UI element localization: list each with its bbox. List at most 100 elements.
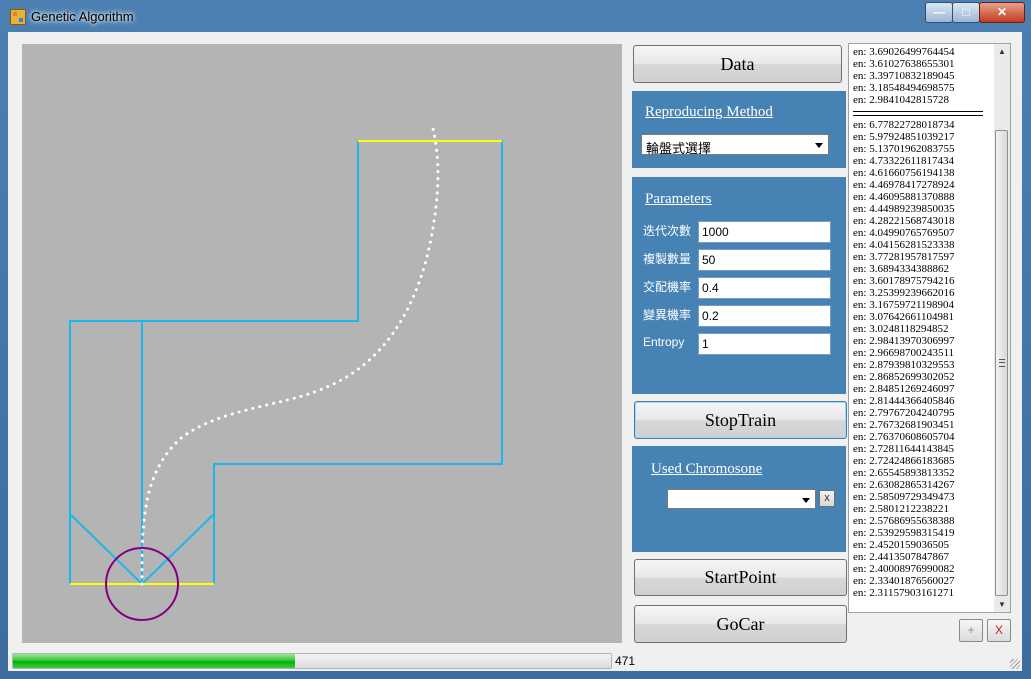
log-entry: en: 2.79767204240795 xyxy=(853,407,955,419)
minimize-icon: — xyxy=(933,5,945,19)
crossover-input[interactable]: 0.4 xyxy=(698,277,831,299)
log-entry: en: 6.77822728018734 xyxy=(853,119,955,131)
entropy-label: Entropy xyxy=(643,335,685,349)
scroll-down-icon[interactable]: ▼ xyxy=(995,597,1009,612)
log-entry: en: 4.46978417278924 xyxy=(853,179,955,191)
chevron-down-icon xyxy=(815,143,823,148)
log-listbox[interactable]: en: 3.69026499764454 en: 3.61027638655301… xyxy=(848,43,1011,613)
log-entry: en: 2.31157903161271 xyxy=(853,587,955,599)
log-bottom-list: en: 6.77822728018734 en: 5.97924851039217… xyxy=(853,119,954,599)
app-icon xyxy=(10,9,26,25)
title-bar[interactable]: Genetic Algorithm — □ ✕ xyxy=(0,0,1031,32)
log-separator xyxy=(853,111,983,116)
log-entry: en: 2.81444366405846 xyxy=(853,395,955,407)
log-entry: en: 2.84851269246097 xyxy=(853,383,955,395)
chevron-down-icon xyxy=(802,498,810,503)
log-entry: en: 3.16759721198904 xyxy=(853,299,955,311)
log-entry: en: 2.5801212238221 xyxy=(853,503,949,515)
log-entry: en: 4.61660756194138 xyxy=(853,167,955,179)
log-entry: en: 3.07642661104981 xyxy=(853,311,955,323)
log-entry: en: 2.98413970306997 xyxy=(853,335,955,347)
log-entry: en: 2.65545893813352 xyxy=(853,467,955,479)
entropy-input[interactable]: 1 xyxy=(698,333,831,355)
used-chromosome-label: Used Chromosone xyxy=(651,461,763,477)
log-entry: en: 2.4520159036505 xyxy=(853,539,949,551)
mutation-input[interactable]: 0.2 xyxy=(698,305,831,327)
maximize-icon: □ xyxy=(962,5,970,19)
reproducing-method-select[interactable]: 輪盤式選擇 xyxy=(641,134,829,156)
go-car-button[interactable]: GoCar xyxy=(634,605,847,643)
log-entry: en: 2.87939810329553 xyxy=(853,359,955,371)
window-title: Genetic Algorithm xyxy=(31,9,134,24)
log-entry: en: 4.73322611817434 xyxy=(853,155,955,167)
reproducing-method-label: Reproducing Method xyxy=(645,104,773,120)
log-entry: en: 2.76370608605704 xyxy=(853,431,955,443)
log-entry: en: 2.72811644143845 xyxy=(853,443,955,455)
log-entry: en: 3.6894334388862 xyxy=(853,263,949,275)
mutation-label: 變異機率 xyxy=(643,308,692,322)
add-button[interactable]: + xyxy=(959,619,983,642)
close-icon: ✕ xyxy=(996,5,1008,19)
log-top-list: en: 3.69026499764454 en: 3.61027638655301… xyxy=(853,46,954,106)
iterations-input[interactable]: 1000 xyxy=(698,221,831,243)
log-entry: en: 2.86852699302052 xyxy=(853,371,955,383)
log-entry: en: 2.72424866183685 xyxy=(853,455,955,467)
log-entry: en: 3.0248118294852 xyxy=(853,323,949,335)
log-entry: en: 2.40008976990082 xyxy=(853,563,955,575)
log-entry: en: 3.60178975794216 xyxy=(853,275,955,287)
log-entry: en: 3.77281957817597 xyxy=(853,251,955,263)
simulation-canvas xyxy=(22,44,622,643)
log-entry: en: 2.63082865314267 xyxy=(853,479,955,491)
data-button[interactable]: Data xyxy=(633,45,842,83)
grip-icon xyxy=(999,359,1005,367)
log-entry: en: 2.76732681903451 xyxy=(853,419,955,431)
stop-train-button[interactable]: StopTrain xyxy=(634,401,847,439)
log-entry: en: 3.61027638655301 xyxy=(853,58,955,70)
iterations-label: 迭代次數 xyxy=(643,224,692,238)
parameters-label: Parameters xyxy=(645,191,712,207)
progress-label: 471 xyxy=(615,654,636,668)
main-window: Genetic Algorithm — □ ✕ Data Reproducing xyxy=(0,0,1031,679)
reproducing-method-value: 輪盤式選擇 xyxy=(646,141,712,156)
log-entry: en: 2.9841042815728 xyxy=(853,94,949,106)
log-entry: en: 2.58509729349473 xyxy=(853,491,955,503)
training-progress-bar xyxy=(12,653,612,669)
resize-grip-icon[interactable] xyxy=(1010,659,1020,669)
log-entry: en: 4.04156281523338 xyxy=(853,239,955,251)
log-entry: en: 2.33401876560027 xyxy=(853,575,955,587)
clear-chromosome-button[interactable]: x xyxy=(819,490,835,507)
log-entry: en: 5.97924851039217 xyxy=(853,131,955,143)
log-entry: en: 2.53929598315419 xyxy=(853,527,955,539)
log-entry: en: 5.13701962083755 xyxy=(853,143,955,155)
population-input[interactable]: 50 xyxy=(698,249,831,271)
minimize-button[interactable]: — xyxy=(925,2,953,23)
track-drawing xyxy=(69,127,503,621)
start-point-button[interactable]: StartPoint xyxy=(634,559,847,596)
log-entry: en: 3.18548494698575 xyxy=(853,82,955,94)
car-path xyxy=(140,127,440,586)
remove-button[interactable]: X xyxy=(987,619,1011,642)
scroll-up-icon[interactable]: ▲ xyxy=(995,44,1009,59)
log-entry: en: 3.69026499764454 xyxy=(853,46,955,58)
crossover-label: 交配機率 xyxy=(643,280,692,294)
scroll-thumb[interactable] xyxy=(995,130,1008,596)
population-label: 複製數量 xyxy=(643,252,692,266)
log-entry: en: 3.39710832189045 xyxy=(853,70,955,82)
chromosome-select[interactable] xyxy=(667,489,816,509)
log-entry: en: 4.04990765769507 xyxy=(853,227,955,239)
log-entry: en: 2.57686955638388 xyxy=(853,515,955,527)
parameters-panel: Parameters 迭代次數 1000 複製數量 50 交配機率 0.4 變異… xyxy=(632,177,846,394)
log-entry: en: 2.96698700243511 xyxy=(853,347,955,359)
log-scrollbar[interactable]: ▲ ▼ xyxy=(994,44,1010,612)
log-entry: en: 4.28221568743018 xyxy=(853,215,955,227)
log-entry: en: 4.46095881370888 xyxy=(853,191,955,203)
reproducing-method-panel: Reproducing Method 輪盤式選擇 xyxy=(632,91,846,168)
log-entry: en: 4.44989239850035 xyxy=(853,203,955,215)
used-chromosome-panel: Used Chromosone x xyxy=(632,446,846,552)
progress-fill xyxy=(13,654,295,668)
client-area: Data Reproducing Method 輪盤式選擇 Parameters… xyxy=(8,32,1022,671)
log-entry: en: 3.25399239662016 xyxy=(853,287,955,299)
log-entry: en: 2.4413507847867 xyxy=(853,551,949,563)
maximize-button[interactable]: □ xyxy=(952,2,980,23)
close-button[interactable]: ✕ xyxy=(979,2,1025,23)
